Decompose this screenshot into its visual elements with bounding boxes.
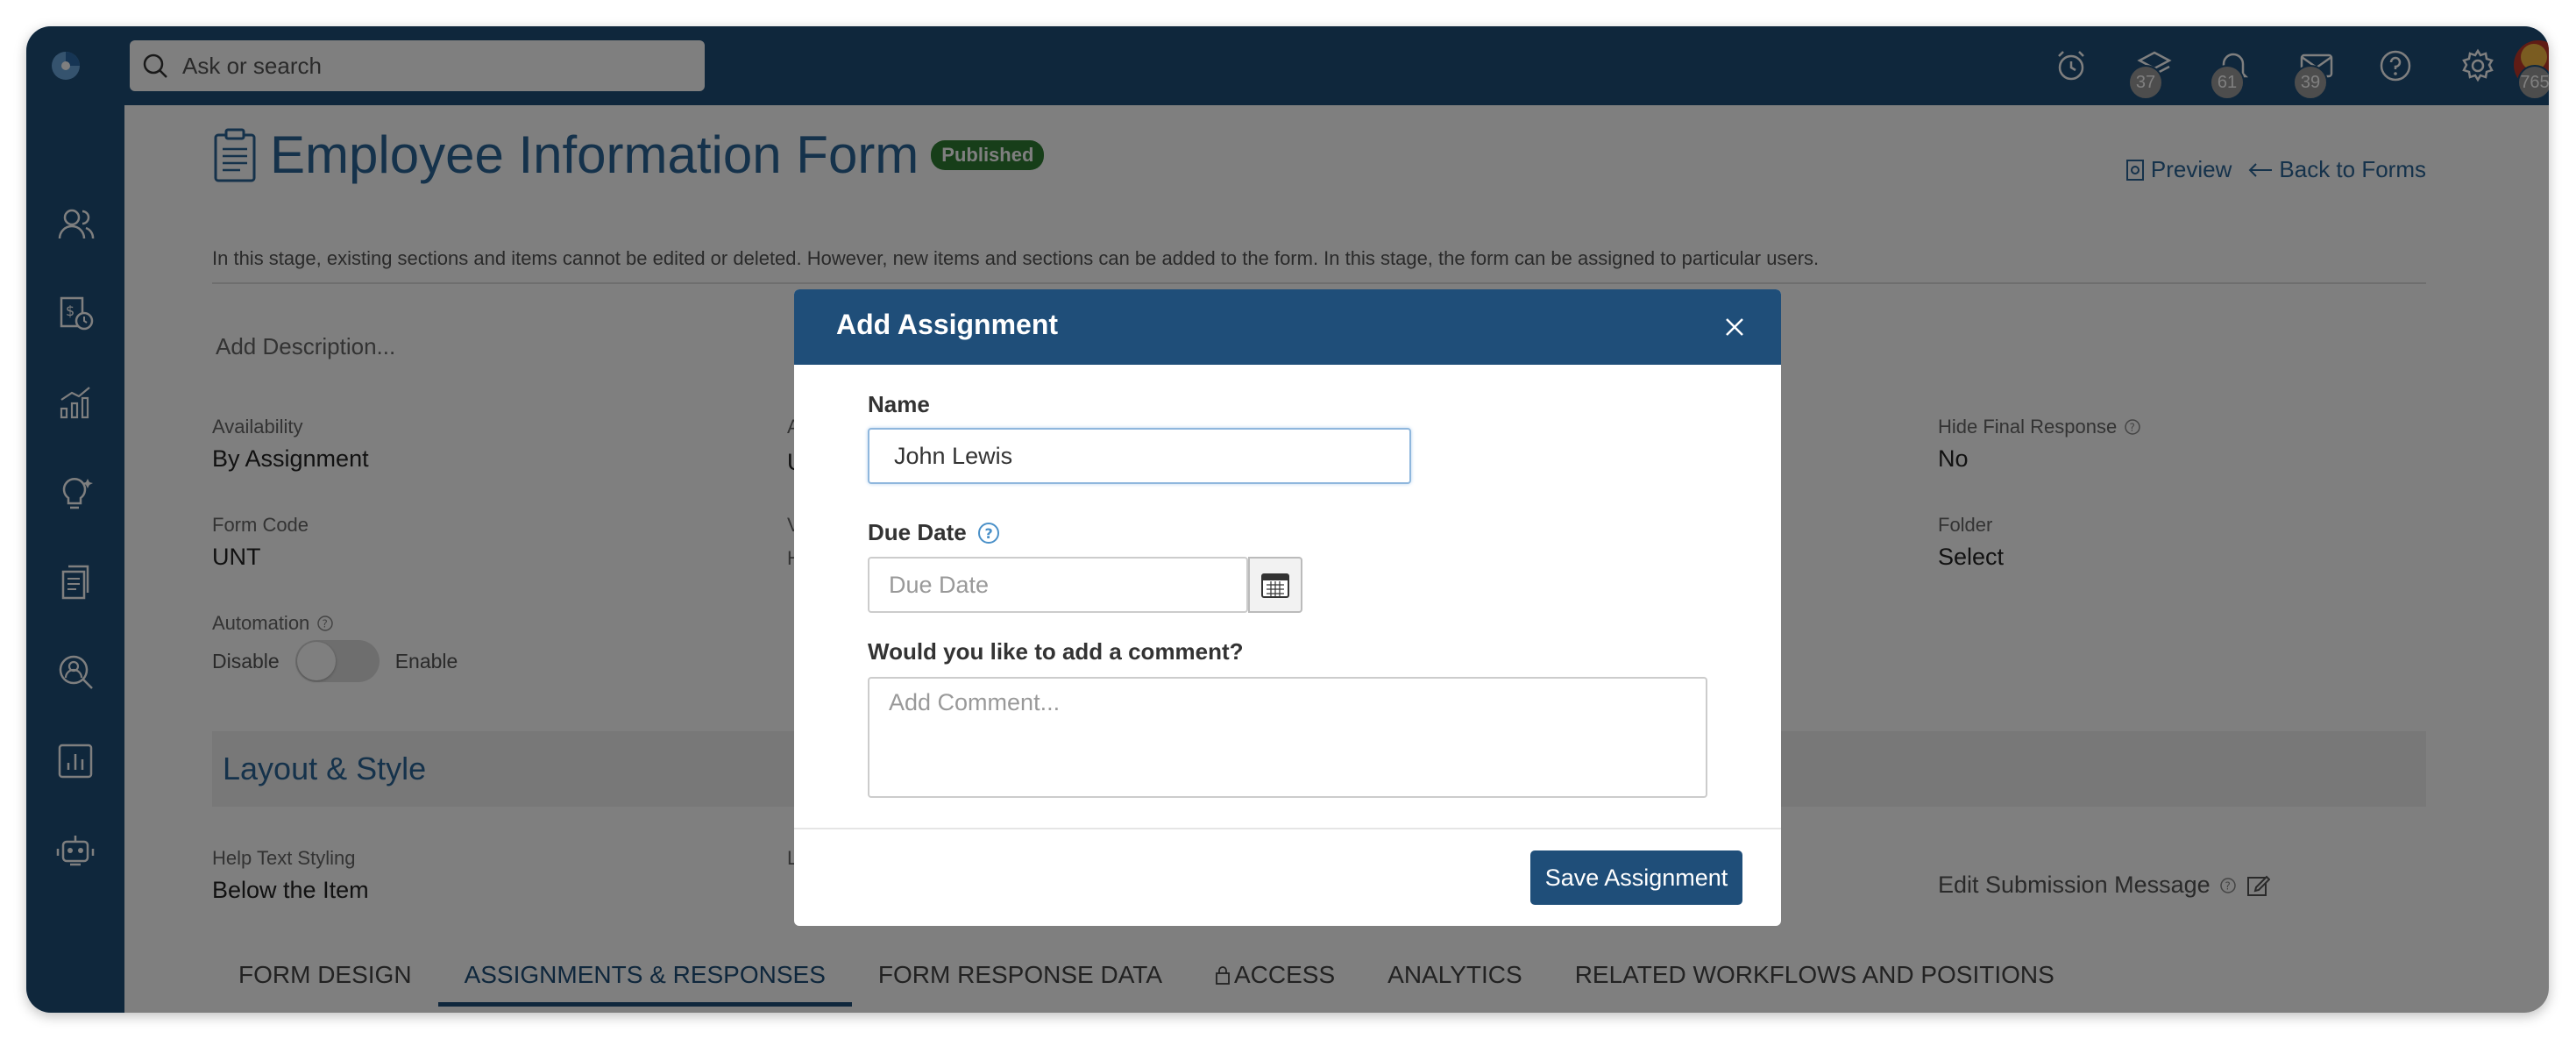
save-assignment-button[interactable]: Save Assignment	[1530, 850, 1742, 905]
modal-title: Add Assignment	[836, 309, 1059, 340]
modal-footer-divider	[794, 828, 1781, 829]
due-date-input[interactable]: Due Date	[868, 557, 1248, 613]
svg-text:?: ?	[984, 525, 992, 542]
due-date-label: Due Date	[868, 519, 967, 545]
add-assignment-modal: Add Assignment Name John Lewis Due Date …	[794, 289, 1781, 926]
close-icon[interactable]	[1720, 312, 1749, 342]
comment-textarea[interactable]: Add Comment...	[868, 677, 1707, 798]
comment-label: Would you like to add a comment?	[868, 638, 1244, 665]
due-date-label-row: Due Date ?	[868, 519, 1000, 546]
name-input[interactable]: John Lewis	[868, 428, 1411, 484]
help-circle-icon[interactable]: ?	[977, 522, 1000, 544]
name-label: Name	[868, 391, 930, 417]
modal-header: Add Assignment	[794, 289, 1781, 365]
app-window: Ask or search 37 61 39	[26, 26, 2549, 1013]
calendar-button[interactable]	[1248, 557, 1302, 613]
calendar-icon	[1261, 573, 1289, 598]
